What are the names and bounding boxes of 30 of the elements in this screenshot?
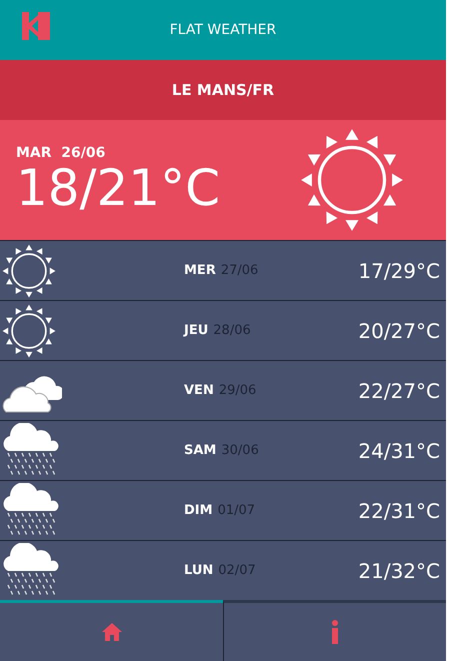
logo-icon [22, 12, 50, 40]
forecast-temperature: 17/29°C [358, 258, 440, 282]
forecast-temperature: 24/31°C [358, 438, 440, 462]
home-icon [100, 622, 122, 642]
forecast-date: 01/07 [218, 503, 256, 518]
forecast-date: 30/06 [221, 443, 259, 458]
app-title: FLAT WEATHER [170, 22, 276, 38]
sun-icon [2, 244, 56, 298]
city-name: LE MANS/FR [172, 81, 274, 99]
day-name: VEN [184, 383, 214, 398]
sun-icon [2, 304, 56, 358]
sun-icon [300, 128, 404, 232]
forecast-temperature: 22/31°C [358, 498, 440, 522]
today-temperature: 18/21°C [16, 160, 220, 216]
forecast-date: 27/06 [220, 263, 258, 278]
today-date: MAR 26/06 [16, 144, 106, 160]
day-name: JEU [184, 323, 208, 338]
forecast-date: 29/06 [218, 383, 256, 398]
info-icon [331, 620, 339, 644]
home-tab[interactable] [0, 600, 223, 661]
forecast-date: 02/07 [218, 563, 256, 578]
day-name: MER [184, 263, 216, 278]
forecast-temperature: 20/27°C [358, 318, 440, 342]
forecast-temperature: 21/32°C [358, 558, 440, 582]
day-name: LUN [184, 563, 214, 578]
day-name: SAM [184, 443, 216, 458]
forecast-temperature: 22/27°C [358, 378, 440, 402]
forecast-date: 28/06 [213, 323, 251, 338]
day-name: DIM [184, 503, 213, 518]
info-tab[interactable] [223, 600, 446, 661]
